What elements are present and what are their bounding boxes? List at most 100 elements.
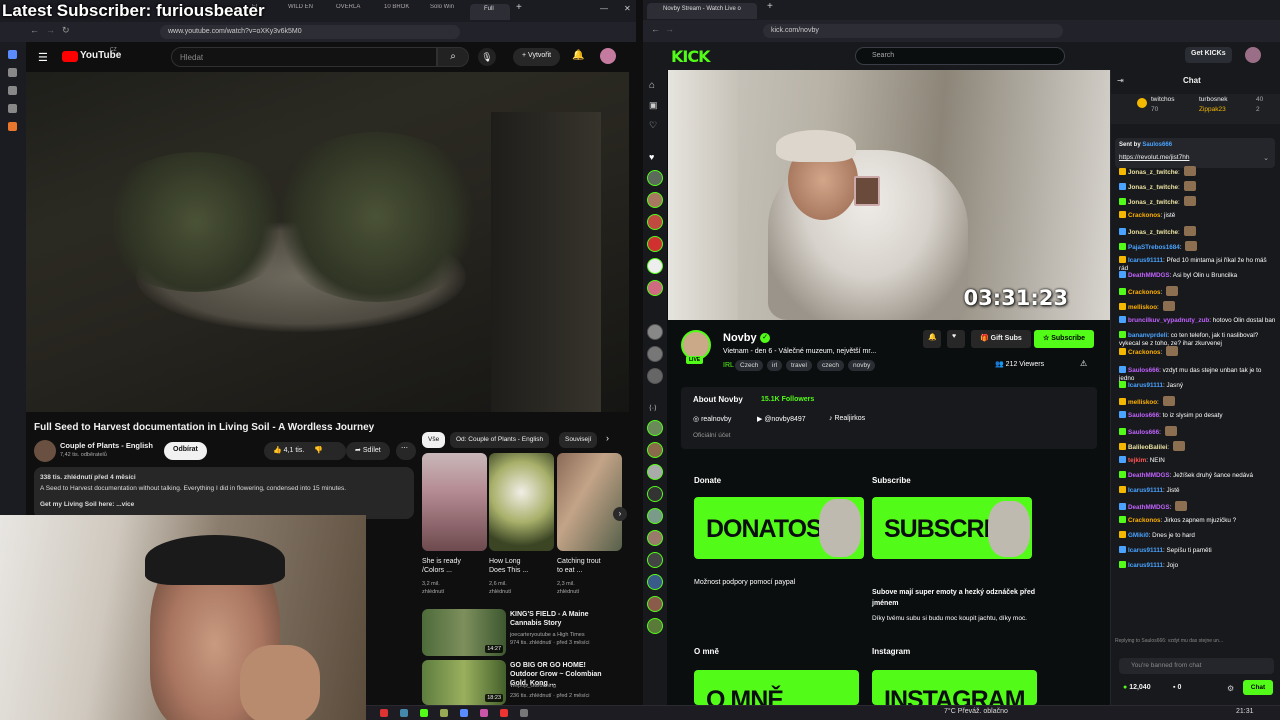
- new-tab-button[interactable]: +: [516, 2, 526, 18]
- short-title-1[interactable]: She is ready /Colors ...: [422, 557, 474, 577]
- tab-5[interactable]: Solo Win: [430, 4, 460, 20]
- channel-avatar[interactable]: [34, 440, 56, 462]
- video-player[interactable]: [26, 72, 629, 412]
- shorts-next-icon[interactable]: ›: [613, 507, 627, 521]
- channel-avatar-2[interactable]: [647, 192, 663, 208]
- channel-avatar-4[interactable]: [647, 236, 663, 252]
- thumbs-down-icon[interactable]: 👎: [314, 447, 323, 454]
- social-tiktok[interactable]: ♪ Realjirkos: [829, 415, 865, 422]
- chat-username[interactable]: Saulos666: [1128, 367, 1159, 374]
- about-me-banner[interactable]: O MNĚ: [694, 670, 859, 705]
- share-button[interactable]: ➦ Sdílet: [346, 442, 390, 460]
- channel-avatar-18[interactable]: [647, 596, 663, 612]
- chat-username[interactable]: Icarus91111: [1128, 382, 1163, 389]
- chat-username[interactable]: Jonas_z_twitche: [1128, 199, 1178, 206]
- tag-1[interactable]: Czech: [735, 360, 764, 371]
- chip-from-channel[interactable]: Od: Couple of Plants - English: [450, 432, 550, 448]
- subscribe-button[interactable]: ☆ Subscribe: [1034, 330, 1095, 348]
- forward-icon[interactable]: →: [665, 24, 674, 40]
- chat-username[interactable]: PajaSTrebos1684: [1128, 244, 1180, 251]
- sidebar-icon-3[interactable]: [8, 86, 17, 95]
- category-link[interactable]: IRL: [723, 362, 734, 369]
- chat-username[interactable]: Saulos666: [1128, 412, 1159, 419]
- video-description[interactable]: 338 tis. zhlédnutí před 4 měsíci A Seed …: [34, 467, 414, 519]
- chat-username[interactable]: Crackonos: [1128, 349, 1161, 356]
- tag-2[interactable]: irl: [767, 360, 783, 371]
- forward-icon[interactable]: →: [46, 25, 55, 41]
- browse-icon[interactable]: ▣: [649, 100, 658, 111]
- instagram-banner[interactable]: INSTAGRAM: [872, 670, 1037, 705]
- send-chat-button[interactable]: Chat: [1243, 680, 1273, 695]
- chat-username[interactable]: Crackonos: [1128, 289, 1161, 296]
- chat-input[interactable]: You're banned from chat: [1119, 658, 1274, 674]
- close-window-button[interactable]: ✕: [624, 4, 634, 20]
- channel-avatar-11[interactable]: [647, 442, 663, 458]
- taskbar-app-icon[interactable]: [440, 709, 448, 717]
- subscribe-banner[interactable]: SUBSCRIBE: [872, 497, 1032, 559]
- create-button[interactable]: + Vytvořit: [513, 48, 561, 66]
- gifter-1-name[interactable]: twitchos: [1151, 96, 1174, 103]
- channel-avatar-6[interactable]: [647, 280, 663, 296]
- following-icon[interactable]: ♡: [649, 120, 657, 131]
- avatar[interactable]: [600, 48, 616, 64]
- menu-icon[interactable]: ☰: [38, 51, 48, 64]
- social-instagram[interactable]: ◎ realnovby: [693, 415, 731, 423]
- sidebar-icon-4[interactable]: [8, 104, 17, 113]
- chat-username[interactable]: DeathMMDGS: [1128, 504, 1170, 511]
- chevron-down-icon[interactable]: ⌄: [1263, 154, 1269, 162]
- sidebar-icon-5[interactable]: [8, 122, 17, 131]
- collapse-chat-icon[interactable]: ⇥: [1117, 76, 1124, 85]
- channel-avatar-12[interactable]: [647, 464, 663, 480]
- chat-username[interactable]: melliskoo: [1128, 304, 1157, 311]
- chat-username[interactable]: Icarus91111: [1128, 547, 1163, 554]
- tab-active[interactable]: Full: [470, 4, 510, 20]
- chat-username[interactable]: Jonas_z_twitche: [1128, 184, 1178, 191]
- channel-avatar-1[interactable]: [647, 170, 663, 186]
- clock[interactable]: 21:31: [1236, 708, 1254, 715]
- short-title-2[interactable]: How Long Does This ...: [489, 557, 537, 577]
- pinned-message[interactable]: Sent by Saulos666 https://revolut.me/jis…: [1115, 138, 1275, 168]
- weather-widget[interactable]: 7°C Převáž. oblačno: [944, 708, 1008, 715]
- search-icon[interactable]: ⌕: [437, 47, 469, 67]
- like-button[interactable]: 👍 4,1 tis. 👎: [264, 442, 346, 460]
- notifications-icon[interactable]: 🔔: [572, 50, 584, 61]
- chip-all[interactable]: Vše: [422, 432, 446, 448]
- tab-kick[interactable]: Novby Stream - Watch Live o: [647, 3, 757, 19]
- related-channel-2[interactable]: Wepop_Gardening: [510, 682, 620, 690]
- channel-avatar-3[interactable]: [647, 214, 663, 230]
- expand-icon[interactable]: ⟨·⟩: [649, 404, 657, 412]
- tag-5[interactable]: novby: [848, 360, 876, 371]
- short-thumbnail-2[interactable]: [489, 453, 554, 551]
- sidebar-icon-1[interactable]: [8, 50, 17, 59]
- back-icon[interactable]: ←: [651, 24, 660, 40]
- channel-avatar-14[interactable]: [647, 508, 663, 524]
- more-actions-icon[interactable]: ⋯: [396, 442, 416, 460]
- minimize-button[interactable]: —: [600, 4, 610, 20]
- tab-3[interactable]: OVERLA: [336, 4, 372, 20]
- back-icon[interactable]: ←: [30, 25, 39, 41]
- get-kicks-button[interactable]: Get KICKs: [1185, 47, 1232, 63]
- youtube-logo-icon[interactable]: [62, 51, 78, 62]
- channel-avatar-10[interactable]: [647, 420, 663, 436]
- taskbar-app-icon[interactable]: [460, 709, 468, 717]
- channel-avatar-16[interactable]: [647, 552, 663, 568]
- channel-avatar-5[interactable]: [647, 258, 663, 274]
- taskbar-app-icon[interactable]: [520, 709, 528, 717]
- short-thumbnail-3[interactable]: [557, 453, 622, 551]
- chat-username[interactable]: melliskoo: [1128, 399, 1157, 406]
- kick-search-input[interactable]: Search: [855, 47, 1065, 65]
- channel-avatar-8[interactable]: [647, 346, 663, 362]
- chat-username[interactable]: tejkim: [1128, 457, 1146, 464]
- taskbar-app-icon[interactable]: [380, 709, 388, 717]
- related-thumbnail-2[interactable]: 18:23: [422, 660, 506, 705]
- chevron-right-icon[interactable]: ›: [606, 433, 609, 443]
- chat-username[interactable]: bruncilkuv_vypadnuty_zub: [1128, 317, 1209, 324]
- related-thumbnail-1[interactable]: 14:27: [422, 609, 506, 656]
- follow-heart-icon[interactable]: ♥: [947, 330, 965, 348]
- tab-2[interactable]: WILD EN: [288, 4, 324, 20]
- chip-related[interactable]: Souvisejí: [559, 432, 597, 448]
- channel-avatar-13[interactable]: [647, 486, 663, 502]
- channel-avatar-19[interactable]: [647, 618, 663, 634]
- gifter-2-name[interactable]: turbosnek: [1199, 96, 1228, 103]
- kick-logo[interactable]: KICK: [671, 47, 710, 66]
